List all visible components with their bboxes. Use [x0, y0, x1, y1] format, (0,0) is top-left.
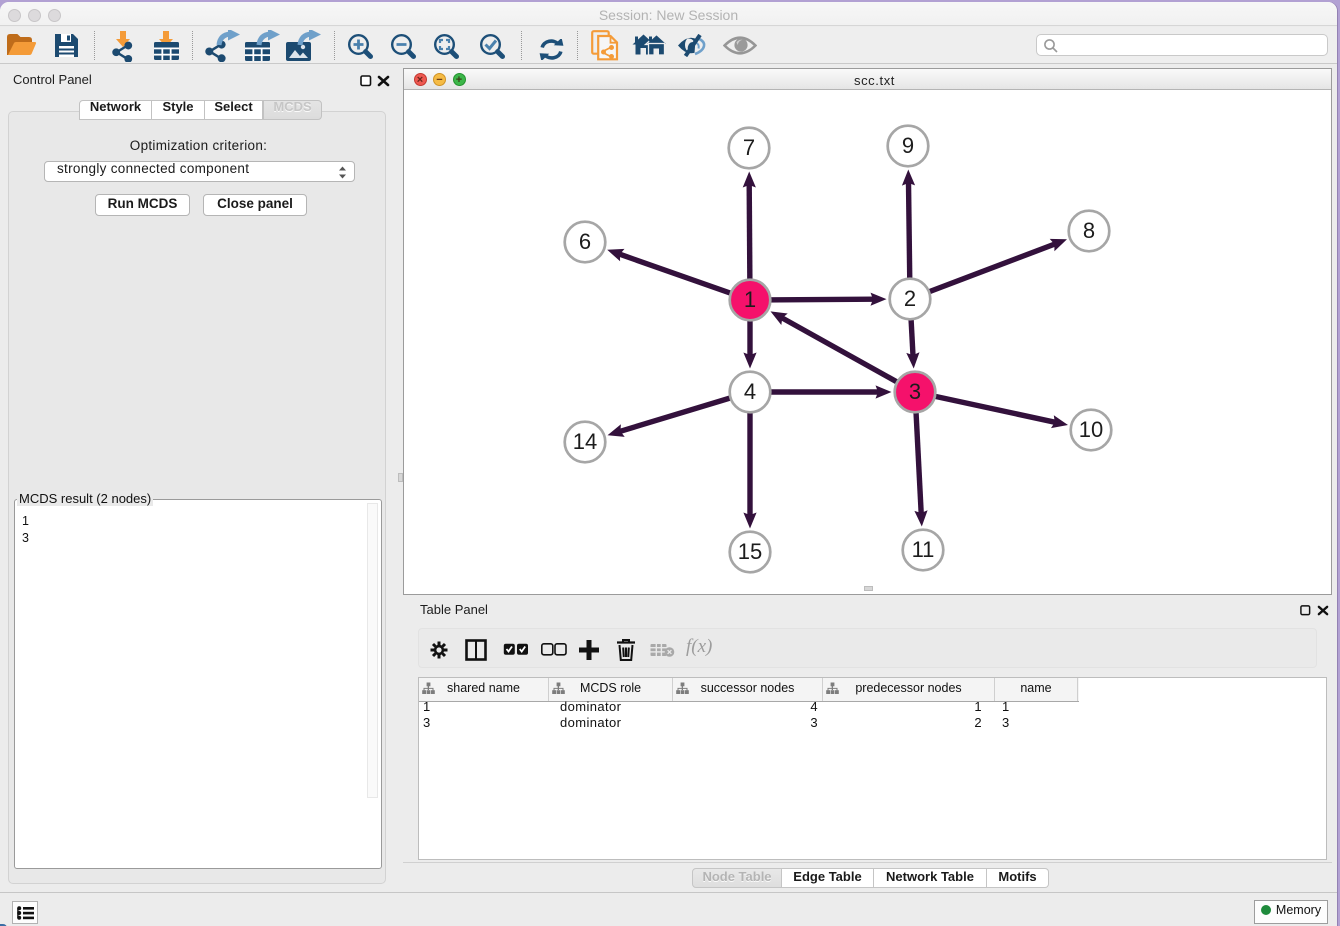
svg-text:9: 9	[902, 133, 914, 158]
svg-text:3: 3	[909, 379, 921, 404]
svg-text:15: 15	[738, 539, 762, 564]
svg-text:14: 14	[573, 429, 597, 454]
svg-text:4: 4	[744, 379, 756, 404]
svg-text:8: 8	[1083, 218, 1095, 243]
svg-text:2: 2	[904, 286, 916, 311]
svg-text:10: 10	[1079, 417, 1103, 442]
svg-text:6: 6	[579, 229, 591, 254]
svg-text:7: 7	[743, 135, 755, 160]
svg-text:1: 1	[744, 287, 756, 312]
svg-text:11: 11	[912, 537, 935, 562]
